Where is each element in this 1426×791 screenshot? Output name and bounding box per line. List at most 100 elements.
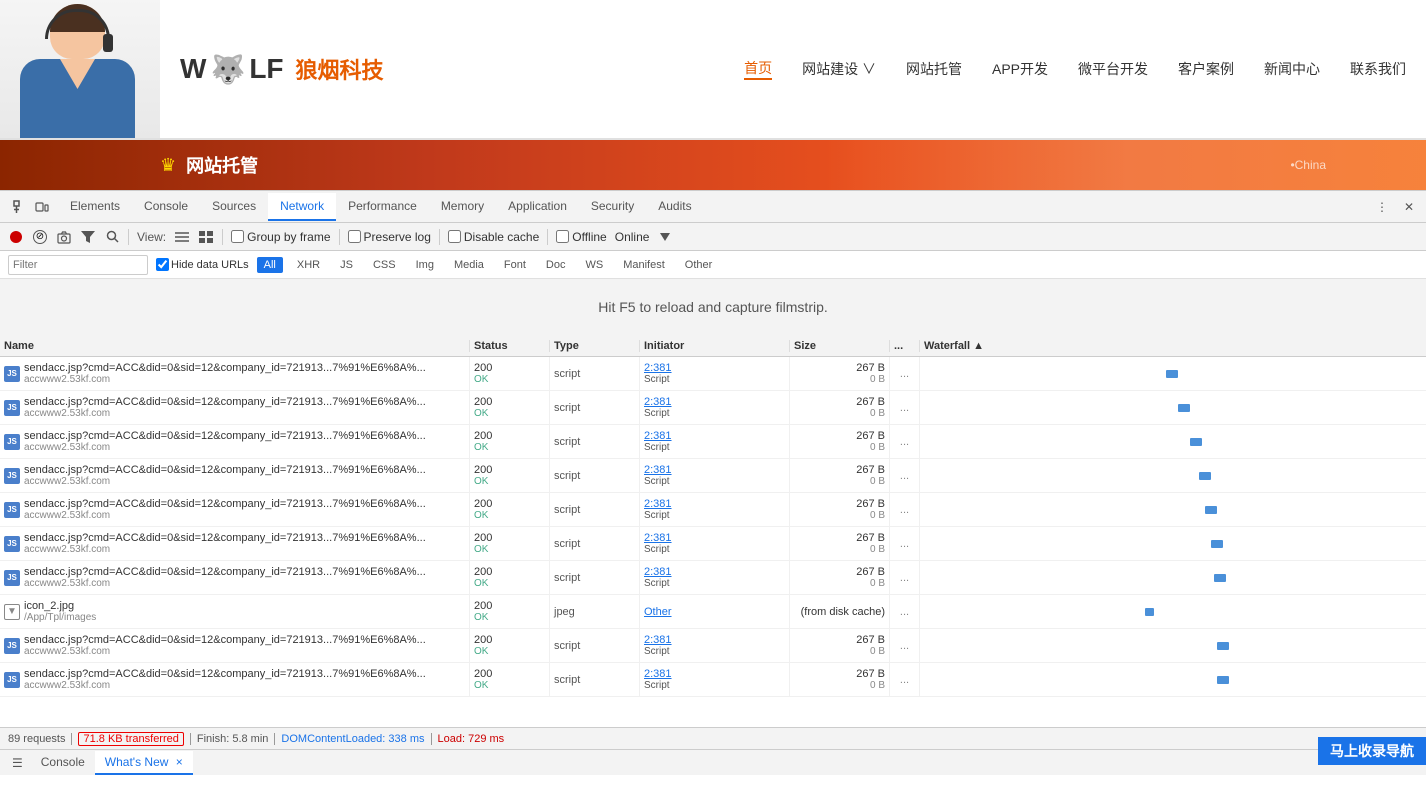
- nav-micro[interactable]: 微平台开发: [1078, 59, 1148, 79]
- filter-icon[interactable]: [80, 229, 96, 245]
- table-row[interactable]: JS sendacc.jsp?cmd=ACC&did=0&sid=12&comp…: [0, 629, 1426, 663]
- header-name[interactable]: Name: [0, 340, 470, 352]
- initiator-link[interactable]: 2:381: [644, 532, 785, 544]
- initiator-link[interactable]: 2:381: [644, 362, 785, 374]
- table-row[interactable]: JS sendacc.jsp?cmd=ACC&did=0&sid=12&comp…: [0, 425, 1426, 459]
- row-more[interactable]: ...: [890, 663, 920, 696]
- table-row[interactable]: ▼ icon_2.jpg /App/Tpl/images 200 OK jpeg…: [0, 595, 1426, 629]
- device-toggle-icon[interactable]: [34, 199, 50, 215]
- tab-sources[interactable]: Sources: [200, 193, 268, 221]
- size-main: 267 B: [794, 498, 885, 510]
- row-type-icon: JS: [4, 638, 20, 654]
- initiator-link[interactable]: 2:381: [644, 668, 785, 680]
- row-more[interactable]: ...: [890, 629, 920, 662]
- filter-js-button[interactable]: JS: [334, 258, 359, 272]
- close-whats-new[interactable]: ×: [176, 755, 183, 769]
- request-url: /App/Tpl/images: [24, 612, 96, 623]
- clear-button[interactable]: ⊘: [32, 229, 48, 245]
- header-more[interactable]: ...: [890, 340, 920, 352]
- table-row[interactable]: JS sendacc.jsp?cmd=ACC&did=0&sid=12&comp…: [0, 459, 1426, 493]
- table-row[interactable]: JS sendacc.jsp?cmd=ACC&did=0&sid=12&comp…: [0, 391, 1426, 425]
- row-more[interactable]: ...: [890, 595, 920, 628]
- table-row[interactable]: JS sendacc.jsp?cmd=ACC&did=0&sid=12&comp…: [0, 527, 1426, 561]
- throttle-dropdown-icon[interactable]: [657, 229, 673, 245]
- tab-application[interactable]: Application: [496, 193, 579, 221]
- nav-cases[interactable]: 客户案例: [1178, 59, 1234, 79]
- filter-font-button[interactable]: Font: [498, 258, 532, 272]
- hide-data-urls-checkbox[interactable]: Hide data URLs: [156, 258, 249, 271]
- nav-app-dev[interactable]: APP开发: [992, 59, 1048, 79]
- disable-cache-checkbox[interactable]: Disable cache: [448, 230, 539, 244]
- filter-manifest-button[interactable]: Manifest: [617, 258, 671, 272]
- list-view-icon[interactable]: [174, 229, 190, 245]
- row-more[interactable]: ...: [890, 391, 920, 424]
- filter-other-button[interactable]: Other: [679, 258, 719, 272]
- row-more[interactable]: ...: [890, 357, 920, 390]
- tab-network[interactable]: Network: [268, 193, 336, 221]
- header-initiator[interactable]: Initiator: [640, 340, 790, 352]
- nav-contact[interactable]: 联系我们: [1350, 59, 1406, 79]
- group-by-frame-checkbox[interactable]: Group by frame: [231, 230, 330, 244]
- grid-view-icon[interactable]: [198, 229, 214, 245]
- network-toolbar: ⊘ View: Group by frame Preserve log Disa: [0, 223, 1426, 251]
- inspect-icon[interactable]: [12, 199, 28, 215]
- size-sub: 0 B: [794, 408, 885, 419]
- tab-console[interactable]: Console: [132, 193, 200, 221]
- filter-ws-button[interactable]: WS: [579, 258, 609, 272]
- nav-web-host[interactable]: 网站托管: [906, 59, 962, 79]
- camera-icon[interactable]: [56, 229, 72, 245]
- search-icon[interactable]: [104, 229, 120, 245]
- row-more[interactable]: ...: [890, 527, 920, 560]
- initiator-link[interactable]: Other: [644, 606, 785, 618]
- nav-web-build[interactable]: 网站建设 ∨: [802, 59, 876, 79]
- filter-input[interactable]: [8, 255, 148, 275]
- row-type: jpeg: [550, 595, 640, 628]
- initiator-link[interactable]: 2:381: [644, 430, 785, 442]
- tab-memory[interactable]: Memory: [429, 193, 496, 221]
- row-type: script: [550, 391, 640, 424]
- load-time: Load: 729 ms: [438, 733, 505, 745]
- row-more[interactable]: ...: [890, 561, 920, 594]
- tab-performance[interactable]: Performance: [336, 193, 429, 221]
- filter-img-button[interactable]: Img: [410, 258, 440, 272]
- filter-xhr-button[interactable]: XHR: [291, 258, 326, 272]
- nav-home[interactable]: 首页: [744, 58, 772, 80]
- record-button[interactable]: [8, 229, 24, 245]
- offline-checkbox[interactable]: Offline: [556, 230, 606, 244]
- header-waterfall[interactable]: Waterfall ▲: [920, 340, 1426, 352]
- preserve-log-checkbox[interactable]: Preserve log: [348, 230, 431, 244]
- table-row[interactable]: JS sendacc.jsp?cmd=ACC&did=0&sid=12&comp…: [0, 663, 1426, 697]
- size-sub: 0 B: [794, 646, 885, 657]
- filter-media-button[interactable]: Media: [448, 258, 490, 272]
- initiator-link[interactable]: 2:381: [644, 498, 785, 510]
- request-name: sendacc.jsp?cmd=ACC&did=0&sid=12&company…: [24, 464, 426, 476]
- initiator-link[interactable]: 2:381: [644, 396, 785, 408]
- header-type[interactable]: Type: [550, 340, 640, 352]
- initiator-link[interactable]: 2:381: [644, 634, 785, 646]
- bottom-menu-icon[interactable]: ☰: [4, 752, 31, 774]
- filter-all-button[interactable]: All: [257, 257, 283, 273]
- nav-news[interactable]: 新闻中心: [1264, 59, 1320, 79]
- row-size: 267 B 0 B: [790, 391, 890, 424]
- devtools-more-menu[interactable]: ⋮: [1368, 196, 1396, 218]
- initiator-link[interactable]: 2:381: [644, 566, 785, 578]
- tab-security[interactable]: Security: [579, 193, 646, 221]
- row-more[interactable]: ...: [890, 459, 920, 492]
- tab-audits[interactable]: Audits: [646, 193, 703, 221]
- devtools-close[interactable]: ✕: [1396, 196, 1422, 218]
- table-row[interactable]: JS sendacc.jsp?cmd=ACC&did=0&sid=12&comp…: [0, 561, 1426, 595]
- header-status[interactable]: Status: [470, 340, 550, 352]
- table-row[interactable]: JS sendacc.jsp?cmd=ACC&did=0&sid=12&comp…: [0, 357, 1426, 391]
- row-type-icon: JS: [4, 570, 20, 586]
- filter-doc-button[interactable]: Doc: [540, 258, 572, 272]
- filter-css-button[interactable]: CSS: [367, 258, 402, 272]
- row-more[interactable]: ...: [890, 493, 920, 526]
- bottom-tab-console[interactable]: Console: [31, 751, 95, 775]
- table-row[interactable]: JS sendacc.jsp?cmd=ACC&did=0&sid=12&comp…: [0, 493, 1426, 527]
- tab-elements[interactable]: Elements: [58, 193, 132, 221]
- row-more[interactable]: ...: [890, 425, 920, 458]
- initiator-link[interactable]: 2:381: [644, 464, 785, 476]
- row-status: 200 OK: [470, 391, 550, 424]
- bottom-tab-whats-new[interactable]: What's New ×: [95, 751, 193, 775]
- header-size[interactable]: Size: [790, 340, 890, 352]
